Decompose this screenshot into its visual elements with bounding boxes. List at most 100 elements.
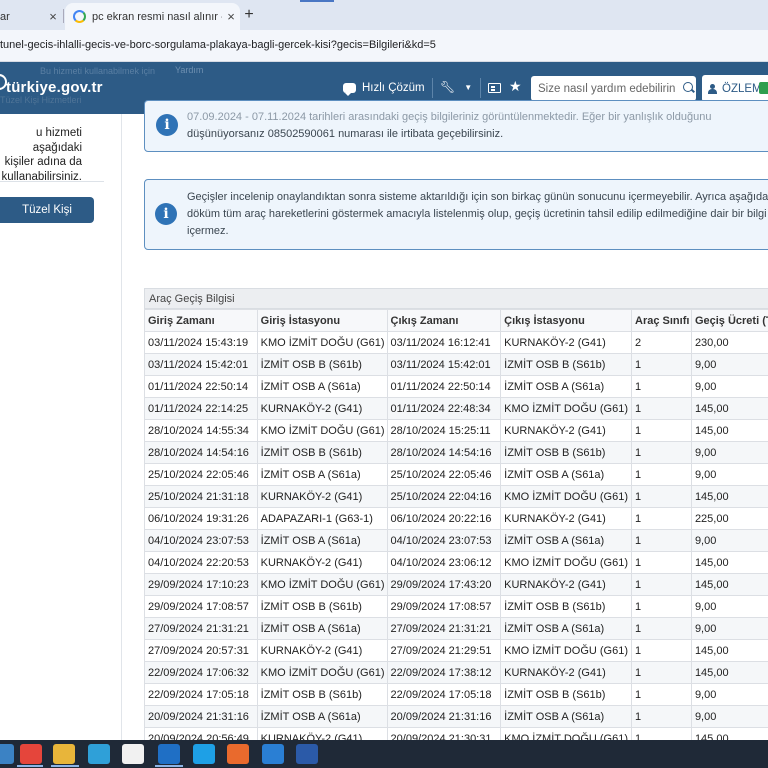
- table-cell: 25/10/2024 21:31:18: [144, 485, 258, 508]
- alert-text: 07.09.2024 - 07.11.2024 tarihleri arasın…: [187, 109, 711, 143]
- table-cell: KMO İZMİT DOĞU (G61): [256, 419, 388, 442]
- table-cell: 28/10/2024 14:54:16: [144, 441, 258, 464]
- word-icon[interactable]: [296, 744, 318, 764]
- table-cell: 1: [631, 353, 692, 376]
- table-cell: İZMİT OSB A (S61a): [256, 617, 388, 640]
- table-cell: 1: [631, 661, 692, 684]
- tab-previous[interactable]: ar ×: [0, 3, 64, 30]
- table-cell: 1: [631, 639, 692, 662]
- windows-start-icon[interactable]: [0, 744, 14, 764]
- table-cell: 22/09/2024 17:38:12: [386, 661, 502, 684]
- table-cell: 04/10/2024 22:20:53: [144, 551, 258, 574]
- col-header-giris-zamani[interactable]: Giriş Zamanı: [144, 309, 258, 332]
- alert-line: döküm tüm araç hareketlerini göstermek a…: [187, 208, 767, 220]
- table-cell: 9,00: [690, 441, 768, 464]
- table-cell: 1: [631, 507, 692, 530]
- table-cell: 01/11/2024 22:50:14: [386, 375, 502, 398]
- table-cell: 9,00: [690, 617, 768, 640]
- col-header-cikis-istasyonu[interactable]: Çıkış İstasyonu: [500, 309, 633, 332]
- url-text[interactable]: tunel-gecis-ihlalli-gecis-ve-borc-sorgul…: [0, 39, 436, 51]
- alert-line: Geçişler incelenip onaylandıktan sonra s…: [187, 191, 768, 203]
- table-cell: KURNAKÖY-2 (G41): [500, 419, 633, 442]
- table-cell: 01/11/2024 22:48:34: [386, 397, 502, 420]
- table-row: 29/09/2024 17:08:57 İZMİT OSB B (S61b) 29/…: [144, 595, 768, 618]
- table-cell: İZMİT OSB A (S61a): [256, 375, 388, 398]
- table-cell: İZMİT OSB A (S61a): [256, 529, 388, 552]
- table-cell: 1: [631, 441, 692, 464]
- close-icon[interactable]: ×: [222, 9, 240, 24]
- table-cell: 03/11/2024 16:12:41: [386, 331, 502, 354]
- table-cell: 145,00: [690, 551, 768, 574]
- search-icon[interactable]: [683, 82, 693, 92]
- table-row: 03/11/2024 15:42:01 İZMİT OSB B (S61b) 03/…: [144, 353, 768, 376]
- search-input[interactable]: [531, 76, 676, 101]
- header-faint-left: Tüzel Kişi Hizmetleri: [0, 95, 82, 105]
- table-cell: 230,00: [690, 331, 768, 354]
- paint-icon[interactable]: [227, 744, 249, 764]
- table-cell: 1: [631, 683, 692, 706]
- table-cell: 03/11/2024 15:43:19: [144, 331, 258, 354]
- new-tab-button[interactable]: +: [240, 5, 258, 25]
- table-row: 28/10/2024 14:55:34 KMO İZMİT DOĞU (G61) 2…: [144, 419, 768, 442]
- table-cell: 9,00: [690, 375, 768, 398]
- table-cell: 28/10/2024 14:54:16: [386, 441, 502, 464]
- table-cell: 1: [631, 573, 692, 596]
- table-cell: 145,00: [690, 485, 768, 508]
- table-row: 04/10/2024 22:20:53 KURNAKÖY-2 (G41) 04/10…: [144, 551, 768, 574]
- table-caption: Araç Geçiş Bilgisi: [144, 288, 768, 309]
- store-icon[interactable]: [122, 744, 144, 764]
- vehicle-passage-table: Araç Geçiş Bilgisi Giriş Zamanı Giriş İs…: [144, 288, 768, 750]
- table-row: 22/09/2024 17:06:32 KMO İZMİT DOĞU (G61) 2…: [144, 661, 768, 684]
- address-bar[interactable]: tunel-gecis-ihlalli-gecis-ve-borc-sorgul…: [0, 30, 768, 62]
- table-cell: İZMİT OSB A (S61a): [256, 463, 388, 486]
- taskbar-active-indicator: [51, 765, 79, 767]
- table-cell: KMO İZMİT DOĞU (G61): [256, 573, 388, 596]
- table-cell: KMO İZMİT DOĞU (G61): [500, 551, 633, 574]
- table-cell: 20/09/2024 21:31:16: [386, 705, 502, 728]
- skype-icon[interactable]: [193, 744, 215, 764]
- table-row: 04/10/2024 23:07:53 İZMİT OSB A (S61a) 04/…: [144, 529, 768, 552]
- table-cell: 01/11/2024 22:50:14: [144, 375, 258, 398]
- table-row: 28/10/2024 14:54:16 İZMİT OSB B (S61b) 28/…: [144, 441, 768, 464]
- table-cell: KURNAKÖY-2 (G41): [500, 331, 633, 354]
- table-cell: 9,00: [690, 595, 768, 618]
- star-icon[interactable]: ★: [509, 78, 522, 95]
- table-cell: 1: [631, 397, 692, 420]
- tab-active[interactable]: pc ekran resmi nasıl alınır - Goo ×: [65, 3, 240, 30]
- table-cell: KMO İZMİT DOĞU (G61): [500, 397, 633, 420]
- col-header-arac-sinifi[interactable]: Araç Sınıfı: [631, 309, 692, 332]
- sidebar-text-line: kişiler adına da: [4, 156, 82, 168]
- table-cell: KURNAKÖY-2 (G41): [256, 397, 388, 420]
- col-header-cikis-zamani[interactable]: Çıkış Zamanı: [386, 309, 502, 332]
- passage-table: Giriş Zamanı Giriş İstasyonu Çıkış Zaman…: [144, 309, 768, 750]
- site-logo[interactable]: türkiye.gov.tr: [6, 79, 103, 96]
- id-card-icon[interactable]: [488, 83, 501, 93]
- file-explorer-icon[interactable]: [53, 744, 75, 764]
- chrome-icon[interactable]: [20, 744, 42, 764]
- table-cell: 28/10/2024 15:25:11: [386, 419, 502, 442]
- wrench-icon: 🔧︎: [440, 80, 456, 94]
- table-cell: 1: [631, 375, 692, 398]
- table-cell: İZMİT OSB A (S61a): [500, 375, 633, 398]
- teamviewer-icon[interactable]: [262, 744, 284, 764]
- table-cell: 1: [631, 419, 692, 442]
- table-row: 27/09/2024 21:31:21 İZMİT OSB A (S61a) 27/…: [144, 617, 768, 640]
- table-body: 03/11/2024 15:43:19 KMO İZMİT DOĞU (G61) 0…: [144, 331, 768, 750]
- table-row: 25/10/2024 22:05:46 İZMİT OSB A (S61a) 25/…: [144, 463, 768, 486]
- tuzel-kisi-button[interactable]: Tüzel Kişi: [0, 197, 94, 223]
- hizli-cozum-button[interactable]: Hızlı Çözüm: [343, 77, 425, 99]
- col-header-gecis-ucreti[interactable]: Geçiş Ücreti (TL): [690, 309, 768, 332]
- tools-menu-button[interactable]: 🔧︎ ▼: [440, 80, 472, 94]
- taskbar-active-indicator: [155, 765, 183, 767]
- edge-icon[interactable]: [88, 744, 110, 764]
- table-cell: 1: [631, 617, 692, 640]
- notification-badge[interactable]: [759, 82, 768, 94]
- table-cell: 9,00: [690, 463, 768, 486]
- table-cell: 29/09/2024 17:43:20: [386, 573, 502, 596]
- col-header-giris-istasyonu[interactable]: Giriş İstasyonu: [256, 309, 388, 332]
- table-cell: 1: [631, 529, 692, 552]
- close-icon[interactable]: ×: [44, 9, 62, 24]
- outlook-icon[interactable]: [158, 744, 180, 764]
- disclaimer-alert: i Geçişler incelenip onaylandıktan sonra…: [144, 179, 768, 250]
- table-cell: KURNAKÖY-2 (G41): [500, 573, 633, 596]
